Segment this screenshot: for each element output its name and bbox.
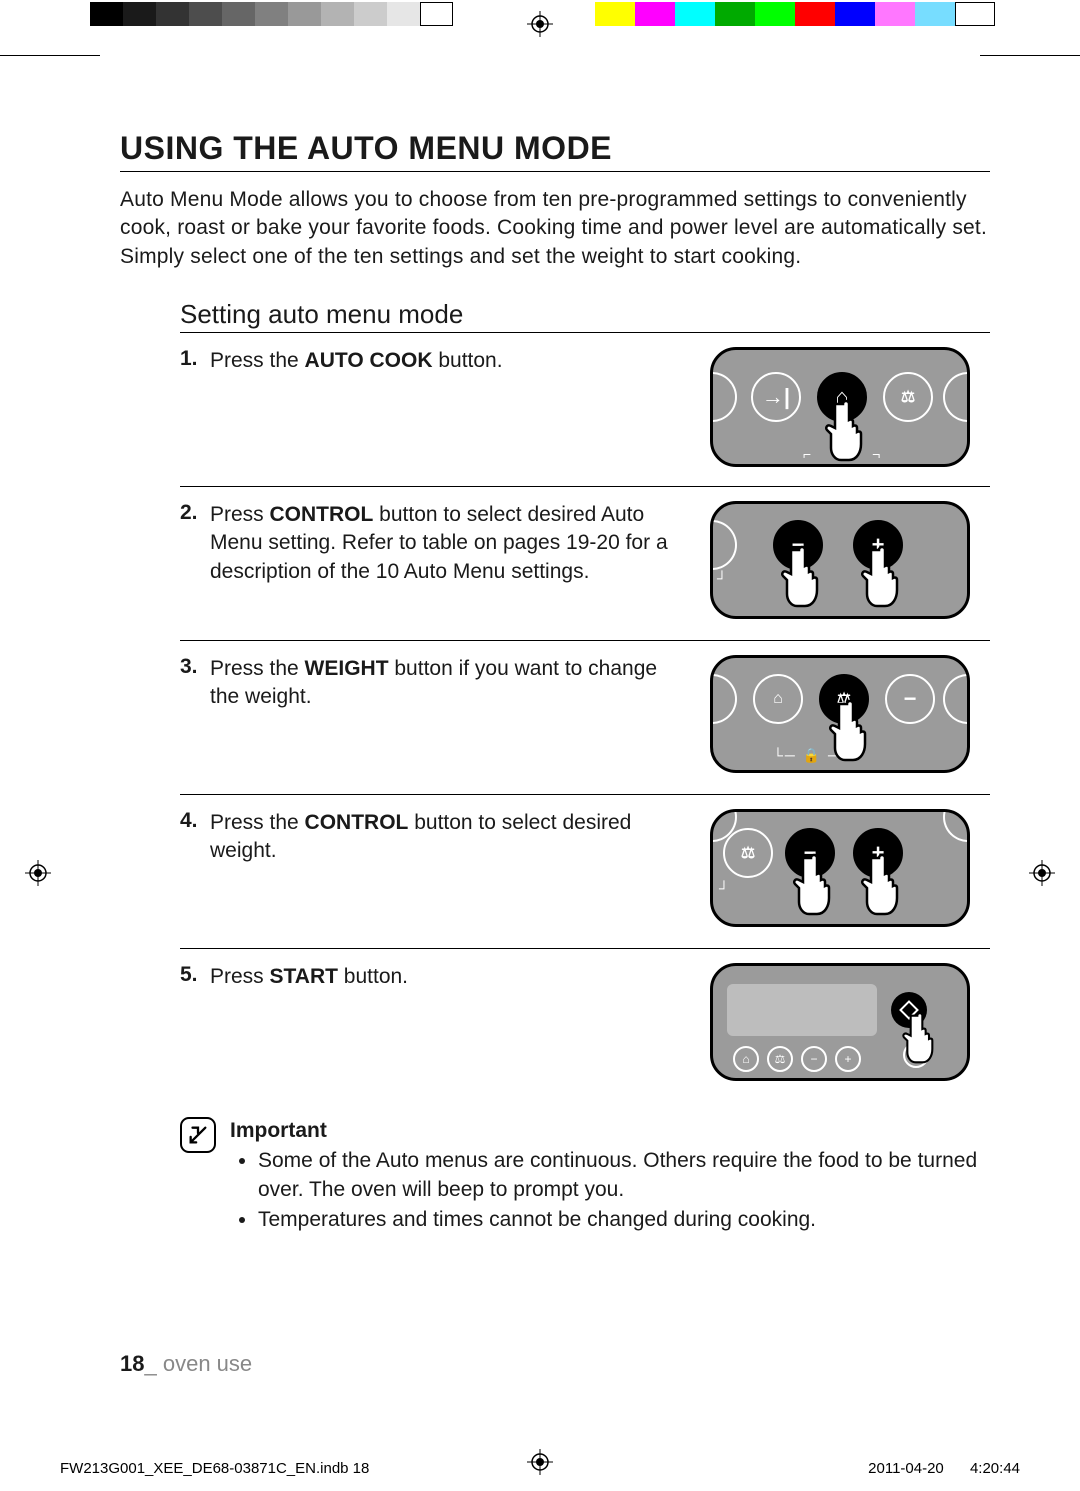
step-row: 3. Press the WEIGHT button if you want t…	[180, 655, 990, 795]
step-text: Press the WEIGHT button if you want to c…	[210, 655, 710, 712]
crop-mark	[0, 55, 100, 56]
important-title: Important	[230, 1117, 990, 1145]
step-row: 4. Press the CONTROL button to select de…	[180, 809, 990, 949]
pointer-hand-icon	[899, 1008, 949, 1070]
pointer-hand-icon	[825, 696, 885, 768]
pointer-hand-icon	[857, 542, 917, 614]
registration-mark-icon	[25, 860, 51, 886]
print-metadata: FW213G001_XEE_DE68-03871C_EN.indb 18 201…	[60, 1460, 1020, 1477]
step-row: 2. Press CONTROL button to select desire…	[180, 501, 990, 641]
important-bullet: Temperatures and times cannot be changed…	[258, 1206, 990, 1234]
step-row: 5. Press START button. ⌂ ⚖ − +	[180, 963, 990, 1103]
calibration-grayscale	[90, 2, 453, 26]
section-heading: Setting auto menu mode	[180, 299, 990, 333]
page-footer: 18_ oven use	[120, 1351, 252, 1377]
pointer-hand-icon	[857, 850, 917, 922]
intro-paragraph: Auto Menu Mode allows you to choose from…	[120, 186, 990, 271]
step-number: 4.	[180, 809, 210, 833]
calibration-color	[595, 2, 995, 26]
step-text: Press the AUTO COOK button.	[210, 347, 710, 375]
step-number: 3.	[180, 655, 210, 679]
crop-mark	[980, 55, 1080, 56]
file-name: FW213G001_XEE_DE68-03871C_EN.indb 18	[60, 1460, 369, 1477]
step-text: Press START button.	[210, 963, 710, 991]
registration-mark-icon	[1029, 860, 1055, 886]
important-note: Important Some of the Auto menus are con…	[180, 1117, 990, 1236]
pointer-hand-icon	[777, 542, 837, 614]
step-text: Press CONTROL button to select desired A…	[210, 501, 710, 586]
step-number: 2.	[180, 501, 210, 525]
step-illustration: ⚖ − + ┘	[710, 809, 990, 927]
step-text: Press the CONTROL button to select desir…	[210, 809, 710, 866]
step-number: 1.	[180, 347, 210, 371]
step-illustration: ⌂ ⚖ − +	[710, 963, 990, 1081]
pointer-hand-icon	[789, 850, 849, 922]
step-illustration: − + ┘	[710, 501, 990, 619]
print-time: 4:20:44	[970, 1460, 1020, 1477]
step-row: 1. Press the AUTO COOK button. →| ⌂ ⚖ ⌐ …	[180, 347, 990, 487]
step-illustration: →| ⌂ ⚖ ⌐ ¬	[710, 347, 990, 467]
step-number: 5.	[180, 963, 210, 987]
important-icon	[180, 1117, 216, 1153]
important-bullet: Some of the Auto menus are continuous. O…	[258, 1147, 990, 1204]
pointer-hand-icon	[821, 396, 881, 467]
step-illustration: ⌂ ⚖ − └─ 🔒 ─┘	[710, 655, 990, 773]
page-heading: USING THE AUTO MENU MODE	[120, 130, 990, 172]
registration-mark-icon	[527, 11, 553, 37]
print-date: 2011-04-20	[868, 1460, 944, 1477]
